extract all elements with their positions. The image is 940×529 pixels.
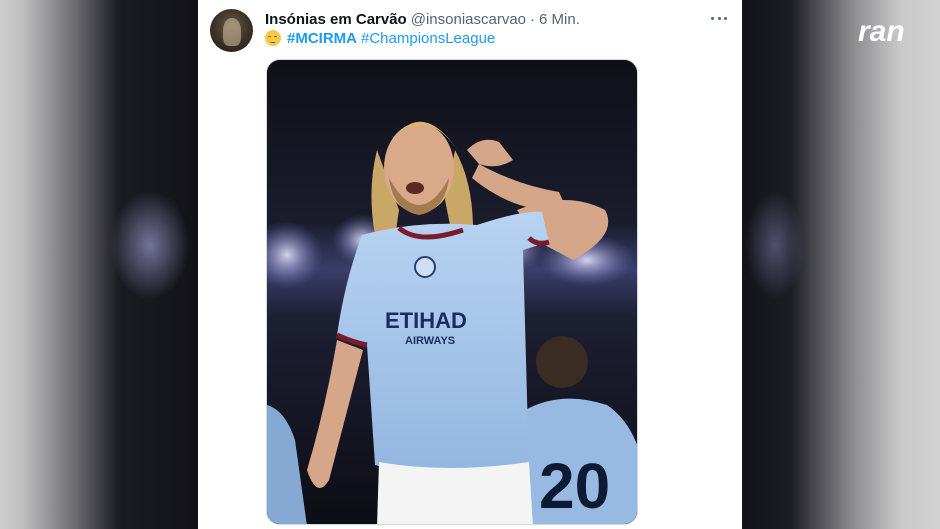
tweet-text: #MCIRMA #ChampionsLeague bbox=[265, 28, 495, 48]
author-name[interactable]: Insónias em Carvão bbox=[265, 11, 407, 28]
club-crest bbox=[414, 256, 436, 278]
sponsor-line-2: AIRWAYS bbox=[405, 335, 455, 347]
white-shorts bbox=[377, 462, 533, 524]
hashtag-championsleague[interactable]: #ChampionsLeague bbox=[361, 30, 495, 47]
background-player-head bbox=[536, 336, 588, 388]
ran-logo: ran bbox=[856, 14, 924, 48]
tweet-card: Insónias em Carvão @insoniascarvao · 6 M… bbox=[198, 0, 742, 529]
mouth bbox=[406, 182, 424, 194]
background-light-right bbox=[745, 190, 805, 300]
tweet-header: Insónias em Carvão @insoniascarvao · 6 M… bbox=[265, 9, 580, 29]
more-horizontal-icon-dot bbox=[724, 16, 727, 20]
separator-dot: · bbox=[530, 10, 536, 28]
more-horizontal-icon bbox=[711, 16, 714, 20]
player-photo-illustration: 20 ETIHAD AIRWAYS bbox=[267, 60, 637, 524]
sponsor-line-1: ETIHAD bbox=[385, 308, 467, 333]
background-light-left bbox=[110, 190, 190, 300]
hashtag-mcirma[interactable]: #MCIRMA bbox=[287, 30, 357, 47]
logo-text: ran bbox=[858, 15, 905, 48]
tweet-photo[interactable]: 20 ETIHAD AIRWAYS bbox=[266, 59, 638, 525]
more-horizontal-icon-dot bbox=[717, 16, 721, 20]
avatar[interactable] bbox=[210, 9, 253, 52]
tweet-timestamp[interactable]: 6 Min. bbox=[539, 11, 580, 28]
avatar-figure bbox=[223, 18, 241, 46]
back-number: 20 bbox=[539, 450, 610, 522]
relieved-face-icon bbox=[265, 30, 281, 46]
more-options-button[interactable] bbox=[708, 10, 730, 26]
player-face bbox=[384, 123, 454, 213]
author-handle[interactable]: @insoniascarvao bbox=[411, 11, 526, 28]
